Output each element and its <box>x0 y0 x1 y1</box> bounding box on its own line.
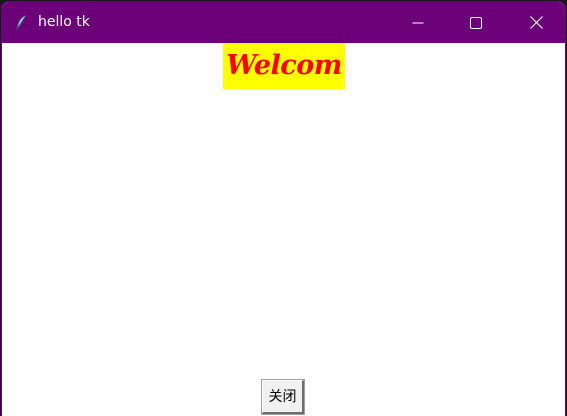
close-icon <box>529 16 543 29</box>
window-title: hello tk <box>38 14 90 30</box>
maximize-button[interactable] <box>453 2 499 43</box>
maximize-icon <box>470 16 482 29</box>
close-app-button[interactable]: 关闭 <box>261 379 305 415</box>
minimize-icon <box>412 17 424 29</box>
window-close-button[interactable] <box>513 2 559 43</box>
tk-feather-icon <box>14 14 28 31</box>
app-window: hello tk Welcom 关闭 <box>2 2 565 416</box>
title-bar[interactable]: hello tk <box>2 2 565 43</box>
welcome-label: Welcom <box>223 43 345 89</box>
minimize-button[interactable] <box>395 2 441 43</box>
